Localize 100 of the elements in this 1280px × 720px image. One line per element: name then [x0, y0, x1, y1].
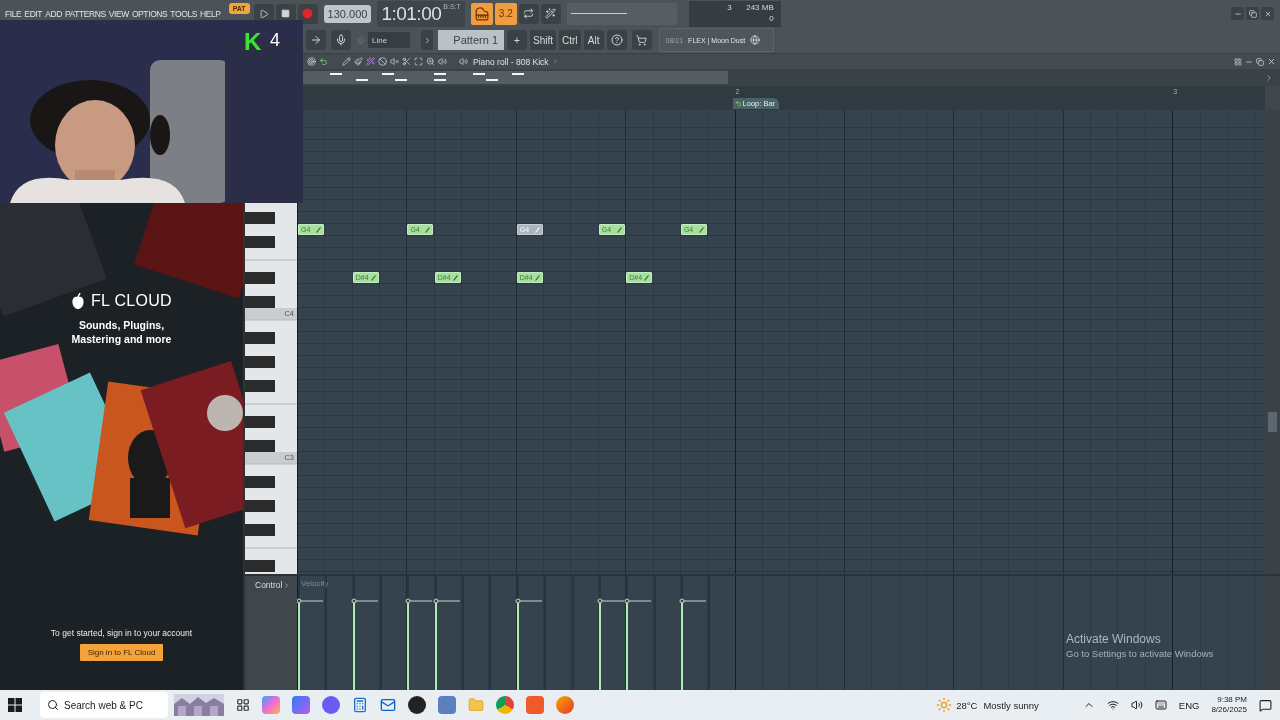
brush-icon[interactable]	[354, 57, 363, 66]
resize-handle-icon[interactable]	[425, 226, 431, 233]
resize-handle-icon[interactable]	[534, 274, 540, 281]
task-view-icon[interactable]	[236, 698, 250, 712]
resize-handle-icon[interactable]	[698, 226, 704, 233]
loop-icon	[734, 100, 742, 107]
undo-icon[interactable]	[319, 57, 328, 66]
microphone-icon	[335, 34, 347, 47]
menu-item[interactable]: VIEW	[108, 8, 129, 19]
menu-item[interactable]: HELP	[200, 8, 221, 19]
activation-title: Activate Windows	[1066, 632, 1162, 646]
menu-item[interactable]: ADD	[45, 8, 62, 19]
resize-handle-icon[interactable]	[616, 226, 622, 233]
browser-icon[interactable]	[496, 696, 514, 714]
velocity-bar[interactable]	[626, 601, 629, 690]
zoom-icon[interactable]	[426, 57, 435, 66]
velocity-bar[interactable]	[598, 601, 601, 690]
arrow-icon	[310, 34, 322, 47]
calculator-icon[interactable]	[352, 697, 368, 713]
restore-icon[interactable]	[1256, 57, 1264, 66]
polyphony-reading: 0	[768, 13, 775, 25]
tagline: Sounds, Plugins, Mastering and more	[71, 318, 172, 346]
menu-item[interactable]: TOOLS	[170, 8, 198, 19]
resize-handle-icon[interactable]	[644, 274, 650, 281]
snap-dropdown[interactable]: Line	[368, 32, 410, 49]
modifier-key-button[interactable]: Shift	[530, 30, 556, 51]
mute-icon[interactable]	[390, 57, 399, 66]
velocity-handle[interactable]	[514, 598, 542, 605]
velocity-bar[interactable]	[434, 601, 437, 690]
restore-button[interactable]	[1246, 7, 1259, 21]
velocity-handle[interactable]	[624, 598, 652, 605]
menu-item[interactable]: FILE	[5, 8, 22, 19]
windows-start-icon[interactable]	[8, 698, 22, 712]
wand-icon[interactable]	[366, 57, 375, 66]
volume-icon[interactable]	[1130, 699, 1143, 711]
velocity-handle[interactable]	[297, 598, 323, 605]
time-text: 1:01:00	[381, 2, 442, 25]
close-button[interactable]	[1261, 7, 1274, 21]
grid-icon[interactable]	[1234, 57, 1242, 66]
control-selector[interactable]: Control	[255, 580, 291, 590]
pattern-selector[interactable]: Pattern 1	[438, 30, 504, 51]
app-icon[interactable]	[408, 696, 426, 714]
piano-icon	[474, 6, 489, 21]
weather-condition: Mostly sunny	[983, 699, 1039, 711]
typing-keyboard-button[interactable]	[470, 2, 493, 25]
search-field[interactable]: Search web & PC	[40, 692, 168, 718]
modifier-key-button[interactable]: Alt	[583, 30, 604, 51]
menu-item[interactable]: OPTIONS	[131, 8, 168, 19]
vertical-scrollbar[interactable]	[1265, 576, 1280, 690]
velocity-bar[interactable]	[516, 601, 519, 690]
speaker-icon[interactable]	[438, 57, 447, 66]
mail-icon[interactable]	[380, 697, 396, 713]
help-button[interactable]	[606, 30, 627, 51]
velocity-handle[interactable]	[350, 598, 378, 605]
language-indicator[interactable]: ENG	[1178, 699, 1200, 711]
piano-keyboard[interactable]	[245, 203, 297, 574]
cart-icon	[636, 34, 648, 46]
cart-button[interactable]	[631, 30, 652, 51]
velocity-handle[interactable]	[596, 598, 624, 605]
resize-handle-icon[interactable]	[370, 274, 376, 281]
resize-handle-icon[interactable]	[452, 274, 458, 281]
velocity-handle[interactable]	[405, 598, 433, 605]
minimize-button[interactable]	[1231, 7, 1244, 21]
vertical-scrollbar-thumb[interactable]	[1268, 412, 1277, 432]
loop-record-button[interactable]	[518, 3, 539, 24]
notification-icon[interactable]	[1259, 698, 1272, 712]
close-icon	[1263, 9, 1272, 18]
velocity-bar[interactable]	[680, 601, 683, 690]
delete-icon[interactable]	[378, 57, 387, 66]
cpu-reading: 3	[726, 2, 733, 14]
arrow-button[interactable]	[306, 30, 326, 51]
microphone-button[interactable]	[331, 30, 351, 51]
globe-icon	[750, 35, 761, 46]
add-pattern-button[interactable]: +	[507, 30, 527, 51]
keyboard-icon[interactable]	[1154, 699, 1167, 711]
wand-button[interactable]	[540, 3, 561, 24]
resize-handle-icon[interactable]	[316, 226, 321, 233]
close-icon[interactable]	[1267, 57, 1276, 66]
menu-item[interactable]: EDIT	[24, 8, 43, 19]
velocity-bar[interactable]	[352, 601, 355, 690]
lane-name: Velocity	[301, 579, 329, 588]
horizontal-scrollbar-thumb[interactable]	[303, 71, 728, 84]
memory-reading: 243 MB	[745, 2, 775, 14]
vertical-scrollbar[interactable]	[1265, 110, 1280, 574]
clock[interactable]: 9:38 PM 8/26/2025	[1211, 695, 1247, 715]
velocity-handle[interactable]	[678, 598, 706, 605]
temperature: 28°C	[956, 699, 978, 711]
sign-in-button[interactable]: Sign in to FL Cloud	[79, 644, 164, 661]
velocity-handle[interactable]	[432, 598, 460, 605]
menu-item[interactable]: PATTERNS	[64, 8, 106, 19]
modifier-key-button[interactable]: Ctrl	[559, 30, 581, 51]
pencil-icon[interactable]	[342, 57, 351, 66]
select-icon[interactable]	[414, 57, 423, 66]
tempo-field[interactable]: 130.000	[323, 4, 372, 23]
scroll-right-icon[interactable]	[1264, 72, 1274, 83]
scissors-icon[interactable]	[402, 57, 411, 66]
network-icon[interactable]	[1106, 699, 1119, 711]
velocity-bar[interactable]	[407, 601, 410, 690]
step-edit-button[interactable]: 3.2	[494, 2, 517, 25]
target-icon[interactable]	[307, 57, 316, 66]
